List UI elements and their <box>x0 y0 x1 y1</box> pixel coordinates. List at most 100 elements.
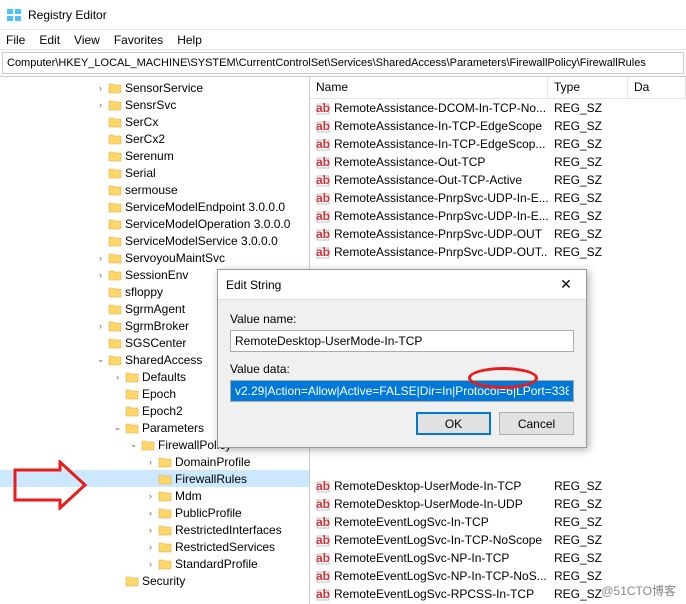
chevron-right-icon[interactable]: › <box>95 269 106 280</box>
chevron-right-icon[interactable]: › <box>145 524 156 535</box>
chevron-right-icon[interactable]: › <box>95 99 106 110</box>
value-name-input[interactable] <box>230 330 574 352</box>
chevron-right-icon[interactable]: › <box>95 252 106 263</box>
tree-item[interactable]: SerCx <box>0 113 309 130</box>
folder-icon <box>158 541 172 553</box>
tree-item[interactable]: Security <box>0 572 309 589</box>
string-value-icon: ab <box>316 497 330 511</box>
cell-type: REG_SZ <box>548 191 628 205</box>
list-row[interactable]: abRemoteAssistance-Out-TCP-ActiveREG_SZ <box>310 171 686 189</box>
chevron-right-icon[interactable]: › <box>145 456 156 467</box>
list-row[interactable]: abRemoteEventLogSvc-In-TCPREG_SZ <box>310 513 686 531</box>
chevron-right-icon[interactable]: › <box>95 82 106 93</box>
cancel-button[interactable]: Cancel <box>499 412 574 435</box>
tree-item[interactable]: › DomainProfile <box>0 453 309 470</box>
tree-item[interactable]: › SensrSvc <box>0 96 309 113</box>
tree-item[interactable]: › Mdm <box>0 487 309 504</box>
list-row[interactable]: abRemoteEventLogSvc-In-TCP-NoScopeREG_SZ <box>310 531 686 549</box>
value-data-input[interactable] <box>230 380 574 402</box>
tree-label: Epoch <box>142 387 176 401</box>
chevron-right-icon[interactable]: › <box>95 320 106 331</box>
chevron-right-icon <box>145 473 156 484</box>
cell-type: REG_SZ <box>548 479 628 493</box>
tree-item[interactable]: ServiceModelOperation 3.0.0.0 <box>0 215 309 232</box>
col-type[interactable]: Type <box>548 77 628 98</box>
list-row[interactable]: abRemoteAssistance-In-TCP-EdgeScopeREG_S… <box>310 117 686 135</box>
tree-item[interactable]: ›ServoyouMaintSvc <box>0 249 309 266</box>
string-value-icon: ab <box>316 587 330 601</box>
chevron-right-icon[interactable]: › <box>112 371 123 382</box>
tree-label: DomainProfile <box>175 455 250 469</box>
list-row[interactable]: abRemoteAssistance-PnrpSvc-UDP-In-E...RE… <box>310 189 686 207</box>
svg-text:ab: ab <box>316 479 330 493</box>
col-name[interactable]: Name <box>310 77 548 98</box>
cell-name: abRemoteAssistance-PnrpSvc-UDP-In-E... <box>310 191 548 205</box>
tree-label: ServiceModelService 3.0.0.0 <box>125 234 278 248</box>
tree-item[interactable]: ServiceModelEndpoint 3.0.0.0 <box>0 198 309 215</box>
cell-name: abRemoteAssistance-Out-TCP-Active <box>310 173 548 187</box>
tree-item[interactable]: ›PublicProfile <box>0 504 309 521</box>
list-row[interactable]: abRemoteEventLogSvc-NP-In-TCPREG_SZ <box>310 549 686 567</box>
ok-button[interactable]: OK <box>416 412 491 435</box>
list-row[interactable]: abRemoteAssistance-PnrpSvc-UDP-OUTREG_SZ <box>310 225 686 243</box>
tree-item[interactable]: SerCx2 <box>0 130 309 147</box>
tree-item[interactable]: ›RestrictedServices <box>0 538 309 555</box>
tree-label: FirewallRules <box>175 472 247 486</box>
tree-label: Serenum <box>125 149 174 163</box>
tree-label: SensrSvc <box>125 98 176 112</box>
cell-type: REG_SZ <box>548 173 628 187</box>
dialog-titlebar[interactable]: Edit String ✕ <box>218 270 586 300</box>
chevron-down-icon[interactable]: ⌄ <box>112 422 123 433</box>
tree-label: SerCx2 <box>125 132 165 146</box>
cell-type: REG_SZ <box>548 551 628 565</box>
folder-icon <box>108 286 122 298</box>
chevron-right-icon[interactable]: › <box>145 541 156 552</box>
cell-type: REG_SZ <box>548 515 628 529</box>
col-data[interactable]: Da <box>628 77 686 98</box>
tree-item[interactable]: sermouse <box>0 181 309 198</box>
chevron-right-icon <box>95 150 106 161</box>
tree-item[interactable]: Serenum <box>0 147 309 164</box>
tree-item[interactable]: ›RestrictedInterfaces <box>0 521 309 538</box>
list-header: Name Type Da <box>310 77 686 99</box>
svg-text:ab: ab <box>316 209 330 223</box>
list-row[interactable]: abRemoteAssistance-PnrpSvc-UDP-In-E...RE… <box>310 207 686 225</box>
cell-name: abRemoteAssistance-PnrpSvc-UDP-OUT... <box>310 245 548 259</box>
addressbar[interactable]: Computer\HKEY_LOCAL_MACHINE\SYSTEM\Curre… <box>2 52 684 74</box>
tree-item[interactable]: ›SensorService <box>0 79 309 96</box>
chevron-down-icon[interactable]: ⌄ <box>128 439 139 450</box>
cell-type: REG_SZ <box>548 533 628 547</box>
menu-edit[interactable]: Edit <box>39 33 60 47</box>
menu-help[interactable]: Help <box>177 33 202 47</box>
menubar: File Edit View Favorites Help <box>0 30 686 50</box>
list-row[interactable]: abRemoteDesktop-UserMode-In-TCPREG_SZ <box>310 477 686 495</box>
tree-label: sermouse <box>125 183 178 197</box>
folder-icon <box>108 82 122 94</box>
tree-item[interactable]: ServiceModelService 3.0.0.0 <box>0 232 309 249</box>
menu-favorites[interactable]: Favorites <box>114 33 163 47</box>
folder-icon <box>125 575 139 587</box>
string-value-icon: ab <box>316 569 330 583</box>
string-value-icon: ab <box>316 119 330 133</box>
tree-label: Mdm <box>175 489 202 503</box>
menu-file[interactable]: File <box>6 33 25 47</box>
list-row[interactable]: abRemoteAssistance-DCOM-In-TCP-No...REG_… <box>310 99 686 117</box>
chevron-right-icon[interactable]: › <box>145 490 156 501</box>
tree-label: Serial <box>125 166 156 180</box>
folder-icon <box>108 252 122 264</box>
close-icon[interactable]: ✕ <box>554 273 578 297</box>
tree-item[interactable]: FirewallRules <box>0 470 309 487</box>
chevron-right-icon[interactable]: › <box>145 507 156 518</box>
cell-name: abRemoteEventLogSvc-In-TCP-NoScope <box>310 533 548 547</box>
list-row[interactable]: abRemoteAssistance-PnrpSvc-UDP-OUT...REG… <box>310 243 686 261</box>
list-row[interactable]: abRemoteAssistance-In-TCP-EdgeScop...REG… <box>310 135 686 153</box>
folder-icon <box>108 201 122 213</box>
menu-view[interactable]: View <box>74 33 100 47</box>
tree-item[interactable]: ›StandardProfile <box>0 555 309 572</box>
chevron-down-icon[interactable]: ⌄ <box>95 354 106 365</box>
list-row[interactable]: abRemoteDesktop-UserMode-In-UDPREG_SZ <box>310 495 686 513</box>
chevron-right-icon[interactable]: › <box>145 558 156 569</box>
list-row[interactable]: abRemoteAssistance-Out-TCPREG_SZ <box>310 153 686 171</box>
svg-text:ab: ab <box>316 227 330 241</box>
tree-item[interactable]: Serial <box>0 164 309 181</box>
